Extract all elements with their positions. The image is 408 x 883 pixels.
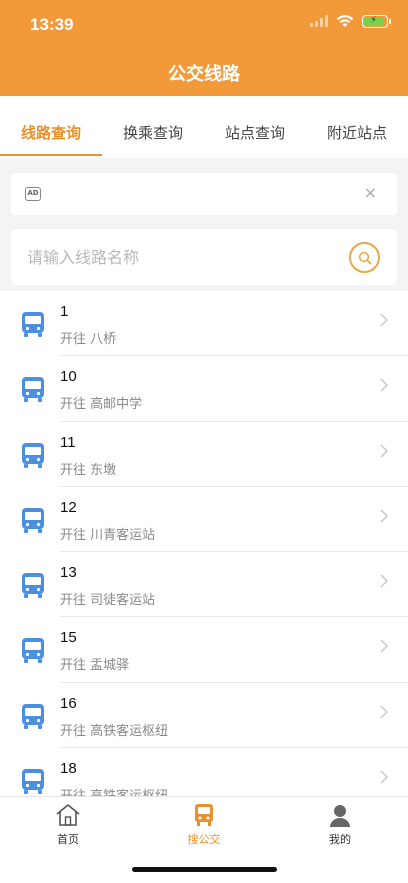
nav-home[interactable]: 首页: [0, 797, 136, 883]
tab-route-query[interactable]: 线路查询: [0, 96, 102, 158]
chevron-right-icon: [380, 313, 388, 327]
chevron-right-icon: [380, 705, 388, 719]
route-destination: 开往 高铁客运枢纽: [60, 785, 168, 796]
route-number: 10: [60, 368, 77, 386]
close-icon[interactable]: ×: [364, 183, 377, 202]
route-list: 1 开往 八桥 10 开往 高邮中学 11 开往 东墩 12 开往 川青客运站 …: [0, 291, 408, 796]
route-item[interactable]: 10 开往 高邮中学: [0, 356, 408, 422]
bus-icon: [22, 507, 44, 533]
chevron-right-icon: [380, 770, 388, 784]
route-item[interactable]: 11 开往 东墩: [0, 422, 408, 488]
route-item[interactable]: 1 开往 八桥: [0, 291, 408, 357]
bus-icon: [22, 769, 44, 795]
ad-badge: AD: [25, 187, 41, 201]
bus-icon: [22, 312, 44, 337]
chevron-right-icon: [380, 509, 388, 523]
chevron-right-icon: [380, 639, 388, 654]
chevron-right-icon: [380, 574, 388, 588]
status-time: 13:39: [30, 15, 74, 34]
bus-icon: [22, 377, 44, 403]
route-destination: 开往 高邮中学: [60, 397, 143, 413]
route-item[interactable]: 18 开往 高铁客运枢纽: [0, 748, 408, 796]
nav-label: 搜公交: [187, 833, 221, 846]
app-header: 13:39 ⚡ 公交线路: [0, 0, 408, 96]
route-destination: 开往 盂城驿: [60, 658, 130, 674]
route-number: 16: [60, 694, 77, 712]
nav-mine[interactable]: 我的: [272, 797, 408, 883]
nav-label: 首页: [57, 833, 79, 846]
signal-icon: [310, 15, 328, 27]
route-number: 18: [60, 760, 77, 778]
route-number: 15: [60, 629, 77, 647]
bus-icon: [22, 573, 44, 599]
route-number: 1: [60, 303, 69, 320]
route-destination: 开往 川青客运站: [60, 527, 156, 543]
tab-transfer-query[interactable]: 换乘查询: [102, 96, 204, 158]
route-destination: 开往 八桥: [60, 332, 117, 347]
chevron-right-icon: [380, 378, 388, 392]
nav-label: 我的: [329, 833, 351, 846]
search-input[interactable]: [27, 243, 337, 271]
route-item[interactable]: 12 开往 川青客运站: [0, 487, 408, 553]
search-icon: [358, 251, 372, 265]
wifi-icon: [336, 15, 354, 27]
status-icons: ⚡: [310, 14, 391, 28]
bus-icon: [195, 804, 213, 826]
user-icon: [330, 805, 350, 827]
bus-icon: [22, 703, 44, 729]
search-button[interactable]: [349, 242, 380, 273]
route-destination: 开往 高铁客运枢纽: [60, 723, 169, 739]
route-destination: 开往 东墩: [60, 462, 117, 478]
bus-icon: [22, 442, 44, 468]
battery-icon: ⚡: [362, 14, 391, 28]
route-item[interactable]: 13 开往 司徒客运站: [0, 552, 408, 618]
route-number: 12: [60, 498, 77, 516]
ad-banner[interactable]: AD ×: [11, 173, 397, 215]
home-icon: [56, 804, 80, 826]
route-number: 13: [60, 564, 77, 582]
chevron-right-icon: [380, 444, 388, 458]
tab-nearby-stops[interactable]: 附近站点: [306, 96, 408, 158]
route-number: 11: [60, 433, 76, 451]
bus-icon: [22, 638, 44, 664]
route-item[interactable]: 16 开往 高铁客运枢纽: [0, 683, 408, 749]
route-destination: 开往 司徒客运站: [60, 593, 156, 609]
tab-stop-query[interactable]: 站点查询: [204, 96, 306, 158]
search-bar: [11, 229, 397, 285]
route-item[interactable]: 15 开往 盂城驿: [0, 617, 408, 684]
home-indicator: [132, 867, 277, 872]
tab-bar: 线路查询 换乘查询 站点查询 附近站点: [0, 96, 408, 158]
page-title: 公交线路: [168, 64, 240, 85]
